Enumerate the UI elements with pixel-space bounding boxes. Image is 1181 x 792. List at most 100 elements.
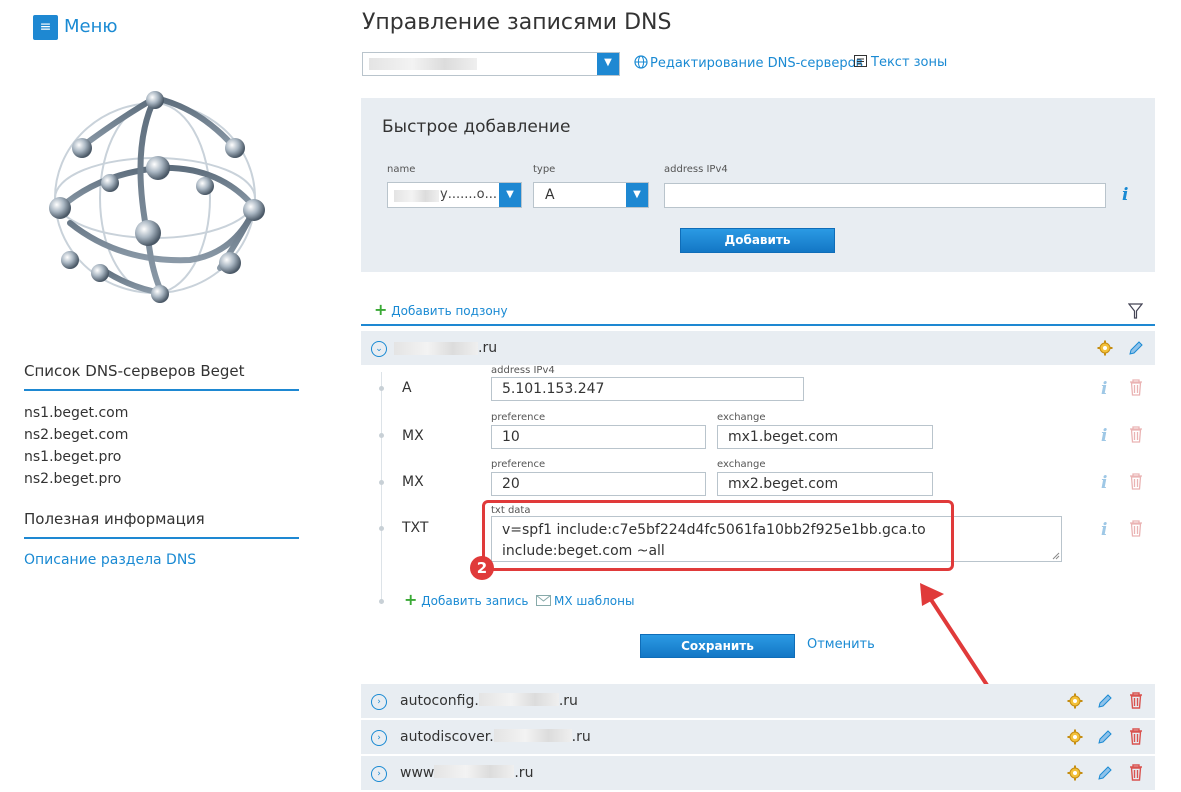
record-type-mx: MX — [402, 474, 424, 490]
globe-network-image — [49, 91, 265, 303]
page-title: Управление записями DNS — [362, 10, 672, 35]
exchange-label: exchange — [717, 459, 766, 470]
tree-node — [379, 480, 384, 485]
name-select[interactable]: у.......о... ▼ — [387, 182, 522, 208]
info-icon[interactable]: i — [1101, 520, 1107, 540]
plus-icon: + — [374, 300, 388, 319]
settings-gear-icon[interactable] — [1097, 340, 1113, 356]
address-ipv4-input[interactable] — [664, 183, 1106, 208]
chevron-down-icon: ▼ — [499, 183, 521, 207]
name-redacted — [394, 190, 439, 202]
add-button[interactable]: Добавить — [680, 228, 835, 253]
tree-line — [381, 372, 382, 604]
delete-trash-icon[interactable] — [1128, 379, 1144, 396]
menu-button[interactable]: ≡ — [33, 15, 58, 40]
quick-add-panel: Быстрое добавление name у.......о... ▼ t… — [361, 98, 1155, 272]
address-ipv4-label: address IPv4 — [491, 365, 555, 376]
type-label: type — [533, 164, 556, 175]
mx-templates-link[interactable]: MX шаблоны — [536, 594, 634, 608]
preference-label: preference — [491, 459, 546, 470]
record-type-mx: MX — [402, 428, 424, 444]
step-badge: 2 — [470, 556, 494, 580]
zone-row-name: autoconfig. .ru — [400, 693, 578, 709]
delete-trash-icon[interactable] — [1128, 426, 1144, 443]
zone-name-redacted — [394, 342, 478, 355]
expand-chevron-icon[interactable]: › — [371, 766, 387, 782]
add-subzone-link[interactable]: + Добавить подзону — [374, 302, 508, 319]
add-subzone-label: Добавить подзону — [391, 304, 508, 318]
info-icon[interactable]: i — [1101, 426, 1107, 446]
dns-servers-edit-link[interactable]: Редактирование DNS-серверов — [634, 55, 863, 71]
menu-label[interactable]: Меню — [64, 16, 118, 37]
address-label: address IPv4 — [664, 164, 728, 175]
tree-node — [379, 386, 384, 391]
ns-server-item: ns2.beget.pro — [24, 471, 122, 487]
record-mx2-preference-input[interactable]: 20 — [491, 472, 706, 496]
dns-edit-label: Редактирование DNS-серверов — [650, 56, 864, 71]
zone-name-redacted — [369, 58, 477, 70]
settings-gear-icon[interactable] — [1067, 729, 1083, 745]
record-type-txt: TXT — [402, 520, 429, 536]
record-type-a: A — [402, 380, 412, 396]
zone-name-suffix: .ru — [478, 340, 498, 356]
hamburger-icon: ≡ — [39, 19, 52, 35]
zone-row-name: www .ru — [400, 765, 534, 781]
chevron-down-icon: ▼ — [626, 183, 648, 207]
highlight-box — [482, 500, 954, 571]
tree-node — [379, 526, 384, 531]
preference-label: preference — [491, 412, 546, 423]
expand-chevron-icon[interactable]: › — [371, 730, 387, 746]
record-mx2-exchange-input[interactable]: mx2.beget.com — [717, 472, 933, 496]
record-a-address-input[interactable]: 5.101.153.247 — [491, 377, 804, 401]
zone-text-label: Текст зоны — [871, 55, 948, 70]
quick-add-title: Быстрое добавление — [382, 117, 571, 137]
zone-text-link[interactable]: Текст зоны — [854, 55, 947, 70]
dns-description-link[interactable]: Описание раздела DNS — [24, 552, 196, 568]
record-mx1-exchange-input[interactable]: mx1.beget.com — [717, 425, 933, 449]
exchange-label: exchange — [717, 412, 766, 423]
info-icon[interactable]: i — [1122, 185, 1128, 205]
settings-gear-icon[interactable] — [1067, 765, 1083, 781]
zone-row-name: autodiscover. .ru — [400, 729, 591, 745]
dns-servers-heading: Список DNS-серверов Beget — [24, 362, 299, 391]
ns-server-item: ns1.beget.com — [24, 405, 129, 421]
info-icon[interactable]: i — [1101, 379, 1107, 399]
record-mx1-preference-input[interactable]: 10 — [491, 425, 706, 449]
cancel-link[interactable]: Отменить — [807, 637, 875, 652]
www-globe-icon — [634, 55, 648, 69]
document-icon — [854, 55, 867, 67]
ns-server-item: ns2.beget.com — [24, 427, 129, 443]
zone-select[interactable]: ▼ — [362, 52, 620, 76]
edit-pencil-icon[interactable] — [1097, 693, 1113, 709]
name-value: у.......о... — [440, 187, 497, 202]
name-label: name — [387, 164, 416, 175]
expand-chevron-icon[interactable]: › — [371, 694, 387, 710]
delete-trash-icon[interactable] — [1128, 728, 1144, 745]
info-icon[interactable]: i — [1101, 473, 1107, 493]
add-record-label: Добавить запись — [421, 594, 529, 608]
mx-templates-label: MX шаблоны — [554, 594, 635, 608]
ns-server-item: ns1.beget.pro — [24, 449, 122, 465]
tree-node — [379, 599, 384, 604]
divider — [361, 324, 1155, 326]
useful-info-heading: Полезная информация — [24, 510, 299, 539]
delete-trash-icon[interactable] — [1128, 764, 1144, 781]
settings-gear-icon[interactable] — [1067, 693, 1083, 709]
collapse-chevron-icon[interactable]: ⌄ — [371, 341, 387, 357]
edit-pencil-icon[interactable] — [1128, 340, 1144, 356]
chevron-down-icon: ▼ — [597, 53, 619, 75]
resize-handle-icon[interactable] — [1052, 552, 1060, 560]
delete-trash-icon[interactable] — [1128, 473, 1144, 490]
edit-pencil-icon[interactable] — [1097, 729, 1113, 745]
save-button[interactable]: Сохранить — [640, 634, 795, 658]
edit-pencil-icon[interactable] — [1097, 765, 1113, 781]
type-select[interactable]: A ▼ — [533, 182, 649, 208]
delete-trash-icon[interactable] — [1128, 520, 1144, 537]
delete-trash-icon[interactable] — [1128, 692, 1144, 709]
filter-icon[interactable] — [1128, 303, 1143, 319]
tree-node — [379, 433, 384, 438]
plus-icon: + — [404, 590, 418, 609]
envelope-icon — [536, 595, 551, 606]
type-value: A — [545, 187, 555, 203]
add-record-link[interactable]: + Добавить запись — [404, 592, 529, 609]
